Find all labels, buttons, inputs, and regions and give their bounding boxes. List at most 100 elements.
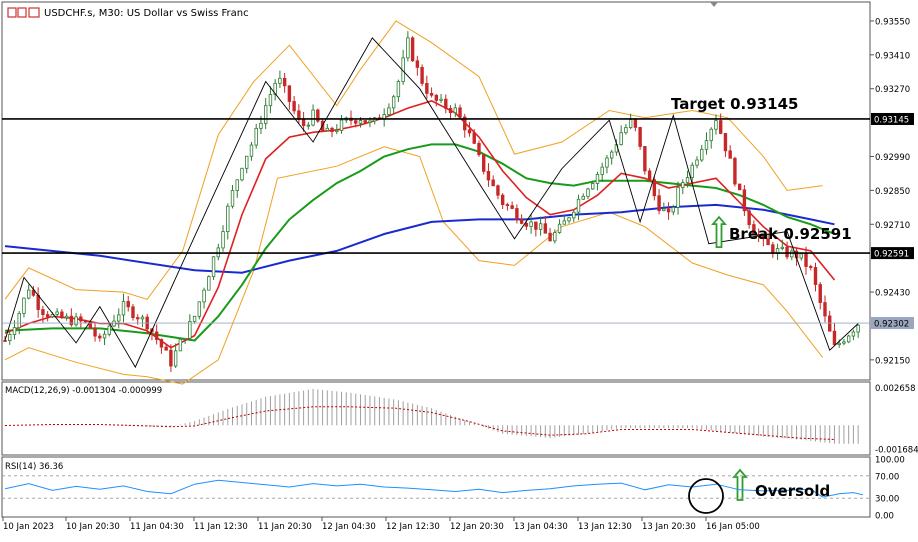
bull-candle: [681, 182, 685, 188]
rsi-tick-label: 100.00: [875, 456, 905, 466]
target-annotation: Target 0.93145: [671, 95, 798, 113]
bear-candle: [823, 302, 827, 317]
bear-candle: [164, 346, 168, 351]
bull-candle: [391, 96, 396, 109]
bull-candle: [17, 312, 21, 329]
bear-candle: [828, 315, 832, 332]
time-tick-label: 11 Jan 04:30: [130, 522, 184, 532]
bull-candle: [226, 205, 230, 232]
bear-candle: [832, 330, 837, 346]
bear-candle: [297, 110, 301, 120]
bull-candle: [230, 190, 235, 207]
bull-candle: [790, 250, 794, 258]
rsi-tick-label: 70.00: [875, 472, 899, 482]
bear-candle: [330, 127, 334, 132]
bear-candle: [354, 120, 358, 124]
bear-candle: [169, 349, 173, 367]
bear-candle: [425, 83, 429, 94]
bear-candle: [36, 294, 40, 310]
chart-indicators-icon[interactable]: [28, 7, 40, 18]
bear-candle: [410, 37, 415, 62]
time-tick-label: 13 Jan 20:30: [642, 522, 696, 532]
bull-candle: [676, 187, 680, 208]
bull-candle: [8, 334, 12, 341]
bull-candle: [74, 316, 78, 326]
bear-candle: [491, 179, 495, 187]
bull-candle: [557, 223, 562, 233]
bull-candle: [368, 120, 372, 123]
bull-candle: [22, 297, 26, 314]
bull-candle: [55, 311, 59, 315]
price-axis: 0.93550 0.93410 0.93270 0.92990 0.92850 0.927…: [870, 17, 910, 366]
bull-candle: [121, 301, 126, 316]
bull-candle: [64, 315, 69, 319]
bull-candle: [358, 120, 363, 124]
chart-svg: USDCHF.s, M30: US Dollar vs Swiss Franc …: [1, 1, 918, 532]
time-tick-label: 13 Jan 12:30: [578, 522, 632, 532]
price-tick-label: 0.92850: [875, 187, 910, 197]
bull-candle: [221, 231, 225, 249]
bull-candle: [439, 98, 443, 101]
bull-candle: [117, 314, 121, 322]
bull-candle: [605, 157, 609, 168]
bull-candle: [562, 220, 566, 225]
bull-candle: [780, 246, 785, 249]
price-tick-label: 0.92430: [875, 289, 910, 299]
bear-candle: [505, 204, 510, 207]
bull-candle: [26, 289, 31, 299]
header-symbol: USDCHF.s: [44, 8, 92, 19]
bear-candle: [647, 170, 652, 181]
bear-candle: [515, 208, 519, 220]
chart-properties-icon[interactable]: [17, 7, 27, 18]
bear-candle: [420, 67, 424, 84]
bull-candle: [263, 105, 268, 124]
bull-candle: [249, 144, 254, 157]
bull-candle: [842, 341, 846, 344]
bull-candle: [453, 107, 457, 114]
chart-window: USDCHF.s, M30: US Dollar vs Swiss Franc …: [0, 0, 918, 538]
bull-candle: [140, 316, 145, 320]
bull-candle: [387, 107, 391, 115]
bear-candle: [771, 244, 775, 254]
bull-candle: [178, 338, 183, 352]
bear-candle: [448, 108, 453, 114]
bull-candle: [197, 301, 202, 317]
bull-candle: [12, 327, 17, 335]
bull-candle: [695, 159, 699, 166]
bear-candle: [363, 120, 367, 123]
bear-candle: [93, 327, 97, 337]
bull-candle: [538, 223, 543, 230]
bear-candle: [638, 126, 642, 147]
bull-candle: [837, 342, 841, 346]
price-tick-label: 0.92710: [875, 221, 910, 231]
bear-candle: [510, 205, 514, 209]
bull-candle: [851, 331, 856, 337]
time-tick-label: 13 Jan 04:30: [514, 522, 568, 532]
bear-candle: [548, 232, 552, 242]
bull-candle: [714, 120, 718, 130]
bear-candle: [444, 98, 448, 109]
break-annotation: Break 0.92591: [729, 225, 852, 243]
bear-candle: [742, 189, 747, 212]
bull-candle: [406, 37, 410, 59]
bull-candle: [624, 127, 628, 134]
bull-candle: [202, 289, 206, 303]
bear-candle: [747, 210, 751, 225]
bull-candle: [335, 129, 339, 132]
bear-candle: [818, 284, 822, 303]
bull-candle: [396, 81, 401, 98]
bear-candle: [785, 246, 789, 258]
bear-candle: [126, 301, 130, 308]
bear-candle: [301, 119, 306, 127]
time-axis: 10 Jan 2023 10 Jan 20:30 11 Jan 04:30 11 Ja…: [2, 517, 760, 532]
bull-candle: [268, 94, 273, 107]
bear-candle: [458, 107, 462, 118]
bull-candle: [595, 174, 600, 184]
chart-menu-icon[interactable]: [7, 7, 17, 18]
price-label-target: 0.93145: [874, 115, 909, 125]
bear-candle: [287, 85, 292, 102]
bear-candle: [292, 101, 296, 112]
price-tick-label: 0.93410: [875, 51, 910, 61]
bear-candle: [813, 267, 818, 285]
bear-candle: [728, 150, 732, 159]
